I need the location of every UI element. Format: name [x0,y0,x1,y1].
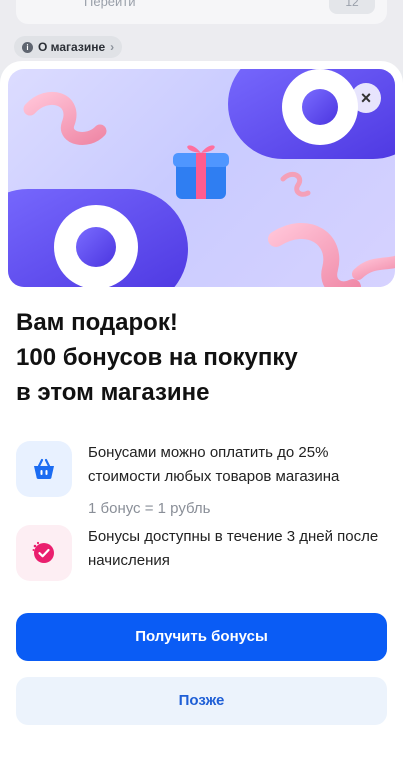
close-icon: × [360,88,372,108]
title-line-3: в этом магазине [16,379,210,406]
background-card-badge: 12 [329,0,375,14]
get-bonuses-button[interactable]: Получить бонусы [16,613,387,661]
close-button[interactable]: × [351,83,381,113]
basket-icon [16,441,72,497]
feature-text-payment: Бонусами можно оплатить до 25% стоимости… [88,441,388,521]
feature-description: Бонусами можно оплатить до 25% стоимости… [88,444,340,485]
store-info-chip[interactable]: i О магазине › [14,36,123,58]
feature-text-expiry: Бонусы доступны в течение 3 дней после н… [88,525,388,573]
background-card-text: Перейти [84,0,136,9]
title-line-1: Вам подарок! [16,309,178,336]
bonus-bottom-sheet: × Вам подарок! 100 бонусов на покупку в … [0,61,403,768]
chevron-right-icon: › [110,40,115,54]
later-button[interactable]: Позже [16,677,387,725]
popup-title: Вам подарок! 100 бонусов на покупку в эт… [16,305,386,410]
store-info-label: О магазине [38,40,106,54]
hero-artwork [8,69,395,287]
background-page: Перейти 12 i О магазине › [0,0,403,70]
info-icon: i [22,41,33,53]
timer-check-icon [16,525,72,581]
title-line-2: 100 бонусов на покупку [16,344,298,371]
hero-illustration: × [8,69,395,287]
feature-rate: 1 бонус = 1 рубль [88,500,211,517]
feature-description: Бонусы доступны в течение 3 дней после н… [88,528,379,569]
